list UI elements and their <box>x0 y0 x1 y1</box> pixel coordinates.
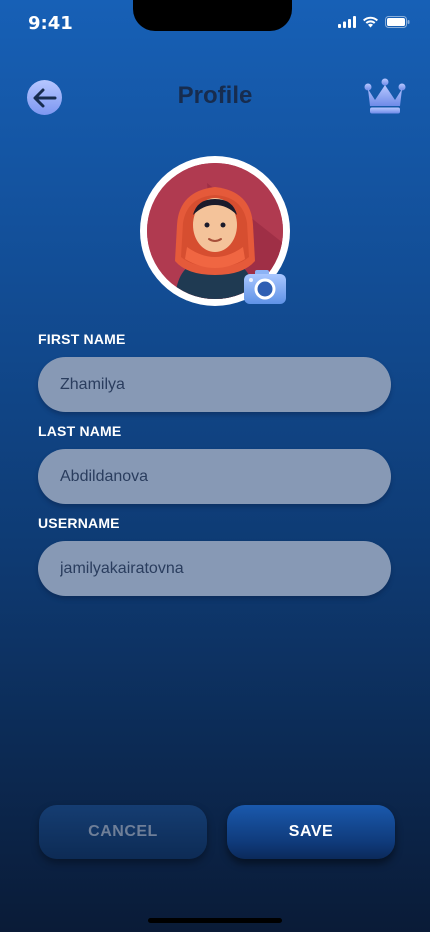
camera-icon <box>244 270 286 304</box>
device-notch <box>133 0 292 31</box>
header: Profile <box>0 72 430 120</box>
save-button[interactable]: SAVE <box>227 805 395 859</box>
status-bar: 9:41 <box>0 0 430 50</box>
premium-button[interactable] <box>364 78 406 116</box>
first-name-input[interactable] <box>38 357 391 412</box>
battery-icon <box>385 16 410 28</box>
status-icons <box>338 16 410 28</box>
username-label: USERNAME <box>38 515 120 531</box>
signal-icon <box>338 16 356 28</box>
wifi-icon <box>363 16 378 28</box>
change-photo-button[interactable] <box>242 268 288 306</box>
first-name-label: FIRST NAME <box>38 331 126 347</box>
avatar-container <box>140 156 290 306</box>
last-name-input[interactable] <box>38 449 391 504</box>
username-input[interactable] <box>38 541 391 596</box>
cancel-button[interactable]: CANCEL <box>39 805 207 859</box>
crown-icon <box>364 78 406 114</box>
home-indicator <box>148 918 282 923</box>
last-name-label: LAST NAME <box>38 423 122 439</box>
status-time: 9:41 <box>28 13 73 34</box>
